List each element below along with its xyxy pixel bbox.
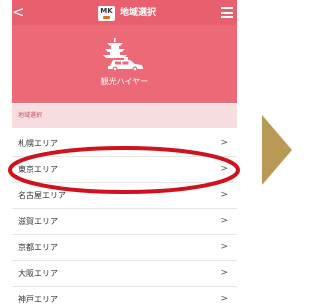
chevron-left-icon: < <box>12 3 25 21</box>
header-title-group: MK 地域選択 <box>98 4 156 22</box>
list-item-label: 神戸エリア <box>18 295 58 304</box>
chevron-right-icon: > <box>220 268 228 278</box>
list-item-kobe[interactable]: 神戸エリア > <box>12 287 237 305</box>
list-item-sapporo[interactable]: 札幌エリア > <box>12 131 237 157</box>
top-bar: < MK 地域選択 <box>12 0 237 25</box>
mk-logo-mark <box>103 15 110 19</box>
hero-label: 観光ハイヤー <box>100 77 149 86</box>
app-screen: < MK 地域選択 観光ハイヤー 地域選択 札幌エリア > 東京エリア > 名古… <box>12 0 237 305</box>
chevron-right-icon: > <box>220 138 228 148</box>
list-item-label: 滋賀エリア <box>18 217 58 226</box>
list-item-kyoto[interactable]: 京都エリア > <box>12 235 237 261</box>
list-item-tokyo[interactable]: 東京エリア > <box>12 157 237 183</box>
pagoda-taxi-icon <box>103 38 143 72</box>
mk-logo: MK <box>98 5 115 21</box>
list-item-shiga[interactable]: 滋賀エリア > <box>12 209 237 235</box>
list-item-label: 名古屋エリア <box>18 191 66 200</box>
section-header: 地域選択 <box>12 104 237 128</box>
list-item-osaka[interactable]: 大阪エリア > <box>12 261 237 287</box>
chevron-right-icon: > <box>220 242 228 252</box>
list-item-label: 札幌エリア <box>18 139 58 148</box>
section-header-label: 地域選択 <box>18 112 43 119</box>
chevron-right-icon: > <box>220 216 228 226</box>
chevron-right-icon: > <box>220 294 228 304</box>
region-list: 札幌エリア > 東京エリア > 名古屋エリア > 滋賀エリア > 京都エリア >… <box>12 131 237 305</box>
list-item-label: 京都エリア <box>18 243 58 252</box>
back-button[interactable]: < <box>12 3 25 21</box>
next-arrow-icon <box>262 115 292 185</box>
list-item-label: 東京エリア <box>18 165 58 174</box>
chevron-right-icon: > <box>220 190 228 200</box>
page-title: 地域選択 <box>120 8 157 18</box>
list-item-label: 大阪エリア <box>18 269 58 278</box>
hero-banner: 観光ハイヤー <box>12 25 237 103</box>
hamburger-menu-icon[interactable] <box>221 7 233 18</box>
list-item-nagoya[interactable]: 名古屋エリア > <box>12 183 237 209</box>
chevron-right-icon: > <box>220 164 228 174</box>
mk-logo-text: MK <box>100 6 113 15</box>
